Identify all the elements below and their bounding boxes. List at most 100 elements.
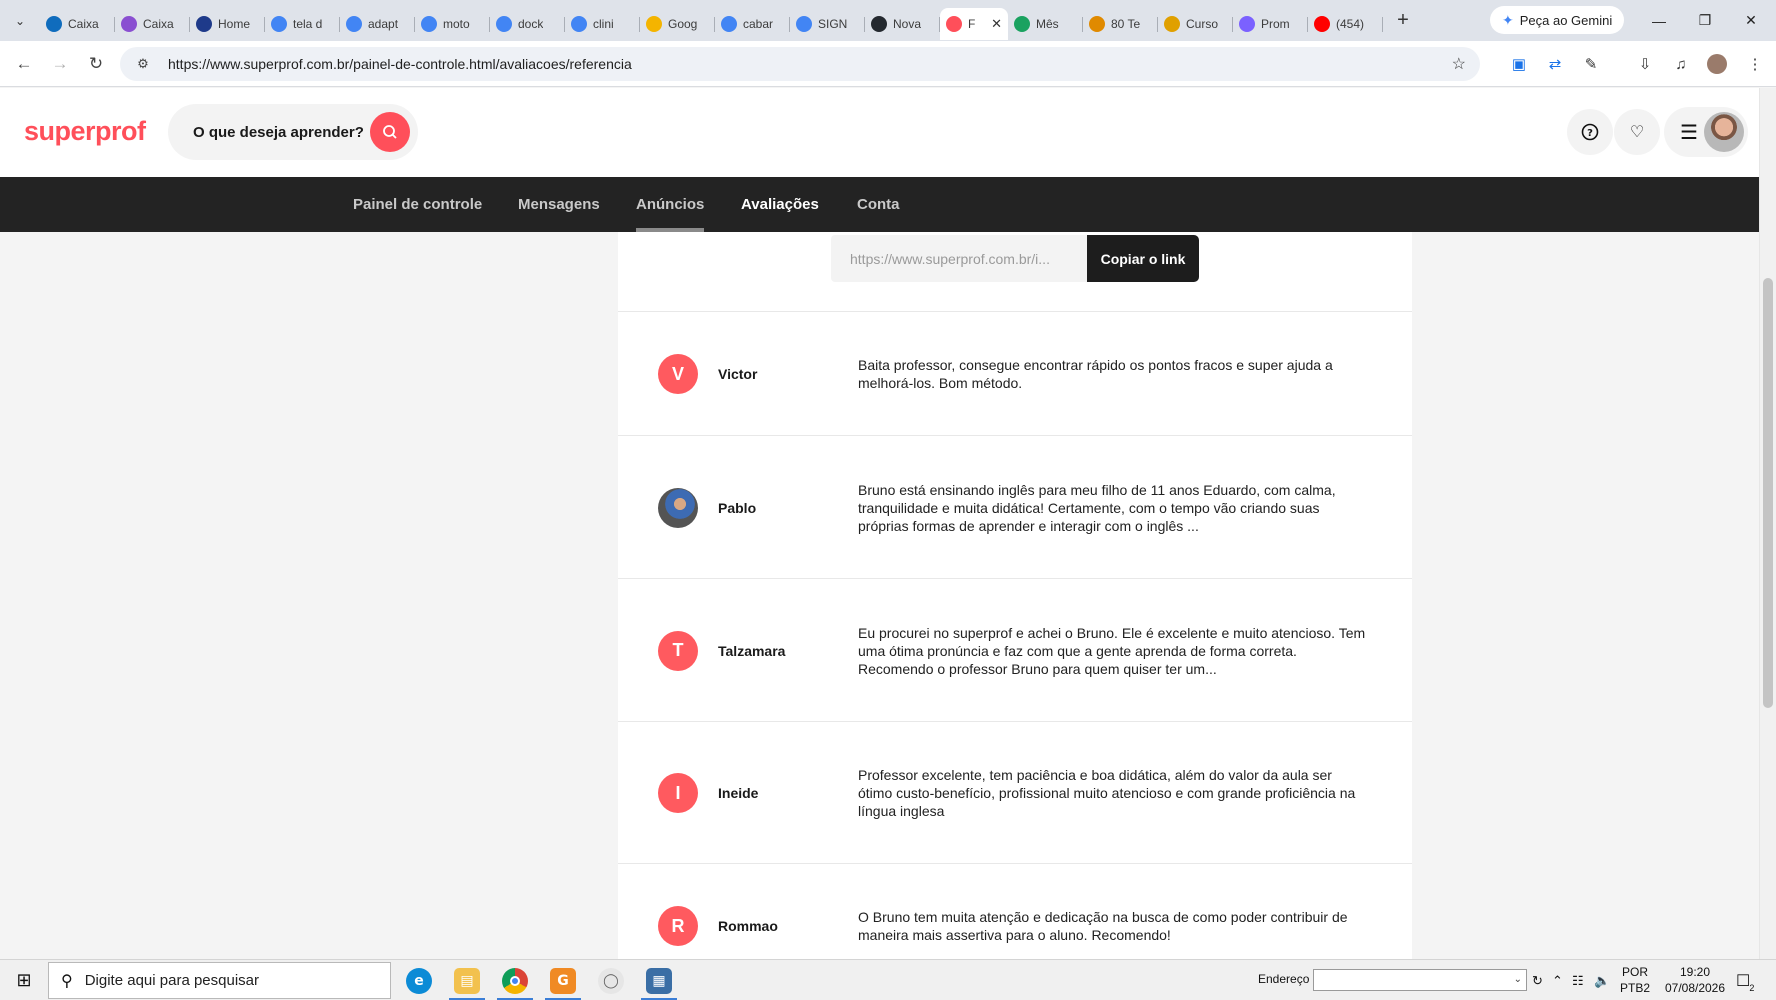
calculator-taskbar-icon[interactable]: ▦: [635, 960, 683, 1000]
avatar: [1704, 112, 1744, 152]
browser-tab[interactable]: Curso: [1158, 8, 1233, 40]
notification-center-icon[interactable]: ☐ 2: [1736, 960, 1754, 1000]
tab-title: tela d: [293, 16, 323, 31]
tray-chevron-up-icon[interactable]: ⌃: [1552, 960, 1563, 1000]
file-explorer-taskbar-icon[interactable]: ▤: [443, 960, 491, 1000]
tab-title: Goog: [668, 16, 698, 31]
search-icon: ⚲: [61, 972, 73, 990]
kebab-menu-icon[interactable]: ⋮: [1740, 49, 1770, 79]
chrome-taskbar-icon[interactable]: [491, 960, 539, 1000]
referral-link-field[interactable]: https://www.superprof.com.br/i...: [831, 235, 1087, 282]
browser-tab-strip: ⌄ Caixa Caixa Home tela d adapt moto dock clini…: [0, 0, 1776, 41]
extension-icon[interactable]: ▣: [1504, 49, 1534, 79]
browser-tab[interactable]: Home: [190, 8, 265, 40]
close-window-button[interactable]: ✕: [1728, 0, 1774, 41]
browser-tab[interactable]: Caixa: [115, 8, 190, 40]
scrollbar-thumb[interactable]: [1763, 278, 1773, 708]
bookmark-star-icon[interactable]: ☆: [1452, 54, 1466, 74]
course-search-input[interactable]: O que deseja aprender?: [168, 104, 418, 160]
hamburger-icon: ☰: [1680, 121, 1698, 144]
search-button[interactable]: [370, 112, 410, 152]
avatar: V: [658, 354, 698, 394]
nav-item[interactable]: Painel de controle: [353, 177, 482, 232]
app-taskbar-icon[interactable]: ◯: [587, 960, 635, 1000]
nav-item[interactable]: Anúncios: [636, 177, 705, 232]
reviews-panel: https://www.superprof.com.br/i... Copiar…: [618, 232, 1412, 959]
copy-link-button[interactable]: Copiar o link: [1087, 235, 1199, 282]
notification-count: 2: [1749, 982, 1755, 993]
tab-search-chevron-icon[interactable]: ⌄: [6, 7, 34, 35]
site-settings-icon[interactable]: ⚙: [128, 56, 158, 72]
reload-icon[interactable]: ↻: [78, 46, 114, 82]
review-row: I Ineide Professor excelente, tem paciênci…: [618, 721, 1412, 863]
taskbar-clock[interactable]: 19:20 07/08/2026: [1660, 964, 1730, 996]
brain-icon: [1089, 15, 1105, 32]
browser-tab[interactable]: (454): [1308, 8, 1383, 40]
pdf-app-taskbar-icon[interactable]: G: [539, 960, 587, 1000]
minimize-button[interactable]: —: [1636, 0, 1682, 41]
reviewer-name: Rommao: [718, 918, 778, 934]
nav-item[interactable]: Conta: [857, 177, 900, 232]
browser-tab[interactable]: tela d: [265, 8, 340, 40]
translate-icon[interactable]: ⇄: [1540, 49, 1570, 79]
refresh-icon[interactable]: ↻: [1532, 960, 1543, 1000]
input-language[interactable]: POR PTB2: [1620, 964, 1650, 996]
site-header: superprof O que deseja aprender? ? ♡ ☰: [0, 88, 1759, 177]
help-button[interactable]: ?: [1567, 109, 1613, 155]
superprof-logo[interactable]: superprof: [24, 116, 146, 147]
avatar: R: [658, 906, 698, 946]
gemini-sparkle-icon: ✦: [1502, 11, 1514, 28]
back-arrow-icon[interactable]: ←: [6, 46, 42, 82]
tab-title: Caixa: [143, 16, 174, 31]
gemini-button[interactable]: ✦ Peça ao Gemini: [1490, 6, 1625, 34]
wordpress-icon: [196, 15, 212, 32]
close-tab-icon[interactable]: ✕: [987, 16, 1002, 32]
network-icon[interactable]: ☷: [1572, 960, 1584, 1000]
browser-tab[interactable]: Nova: [865, 8, 940, 40]
media-control-icon[interactable]: ♫: [1666, 49, 1696, 79]
tab-title: Home: [218, 16, 251, 31]
nav-item[interactable]: Avaliações: [741, 177, 819, 232]
browser-tab[interactable]: Prom: [1233, 8, 1308, 40]
forward-arrow-icon[interactable]: →: [42, 46, 78, 82]
browser-tab[interactable]: clini: [565, 8, 640, 40]
puzzle-extensions-icon[interactable]: ✎: [1576, 49, 1606, 79]
nav-item-label: Anúncios: [636, 196, 705, 213]
review-row: Pablo Bruno está ensinando inglês para me…: [618, 435, 1412, 578]
restore-button[interactable]: ❐: [1682, 0, 1728, 41]
tab-title: cabar: [743, 16, 774, 31]
review-text: Professor excelente, tem paciência e boa…: [858, 767, 1356, 819]
reviewer-name: Talzamara: [718, 642, 786, 659]
browser-tab[interactable]: 80 Te: [1083, 8, 1158, 40]
browser-tab[interactable]: SIGN: [790, 8, 865, 40]
volume-icon[interactable]: 🔈: [1594, 960, 1610, 1000]
browser-tab[interactable]: F ✕: [940, 7, 1008, 40]
page-scrollbar[interactable]: [1759, 88, 1776, 959]
url-text[interactable]: https://www.superprof.com.br/painel-de-c…: [168, 56, 632, 72]
windows-taskbar: ⊞ ⚲ Digite aqui para pesquisar e ▤ G ◯ ▦…: [0, 959, 1776, 1000]
browser-tab[interactable]: cabar: [715, 8, 790, 40]
new-tab-button[interactable]: +: [1389, 9, 1417, 32]
taskbar-search-input[interactable]: ⚲ Digite aqui para pesquisar: [48, 962, 391, 999]
account-menu-button[interactable]: ☰: [1664, 107, 1748, 157]
browser-tab[interactable]: Mês: [1008, 8, 1083, 40]
edge-taskbar-icon[interactable]: e: [395, 960, 443, 1000]
profile-avatar-icon[interactable]: [1702, 49, 1732, 79]
download-icon[interactable]: ⇩: [1630, 49, 1660, 79]
avatar: I: [658, 773, 698, 813]
purple-app-icon: [1239, 15, 1255, 32]
address-bar[interactable]: ⚙ https://www.superprof.com.br/painel-de…: [120, 47, 1480, 81]
clock-date: 07/08/2026: [1664, 981, 1726, 995]
address-toolbar-input[interactable]: ⌄: [1313, 969, 1527, 991]
favorites-button[interactable]: ♡: [1614, 109, 1660, 155]
windows-start-icon[interactable]: ⊞: [0, 960, 48, 1000]
browser-tab[interactable]: dock: [490, 8, 565, 40]
github-icon: [871, 15, 887, 32]
review-text: O Bruno tem muita atenção e dedicação na…: [858, 909, 1348, 943]
nav-item[interactable]: Mensagens: [518, 177, 600, 232]
browser-tab[interactable]: moto: [415, 8, 490, 40]
review-text: Bruno está ensinando inglês para meu fil…: [858, 481, 1336, 534]
browser-tab[interactable]: adapt: [340, 8, 415, 40]
browser-tab[interactable]: Goog: [640, 8, 715, 40]
browser-tab[interactable]: Caixa: [40, 8, 115, 40]
